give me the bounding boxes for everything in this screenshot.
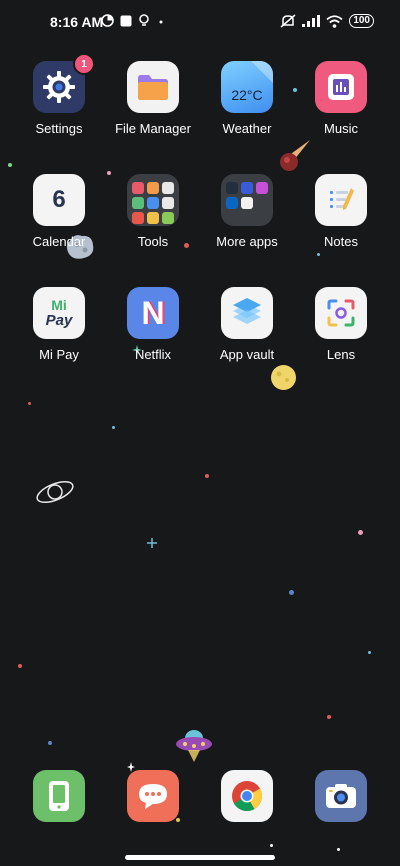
- wallpaper-star: [18, 664, 22, 668]
- mini-app-icon: [147, 197, 159, 209]
- weather-temperature: 22°C: [231, 87, 263, 103]
- app-label: Tools: [137, 234, 169, 249]
- wallpaper-star: [112, 426, 115, 429]
- app-notes[interactable]: Notes: [293, 174, 389, 249]
- app-app-vault[interactable]: App vault: [199, 287, 295, 362]
- calendar-icon: 6: [33, 174, 85, 226]
- mini-app-icon: [226, 182, 238, 194]
- app-calendar[interactable]: 6 Calendar: [11, 174, 107, 249]
- wallpaper-star: [337, 848, 340, 851]
- mini-app-icon: [132, 212, 144, 224]
- phone-icon: [33, 770, 85, 822]
- mi-pay-mark: Mi: [51, 296, 67, 313]
- notification-badge: 1: [73, 53, 95, 75]
- app-label: Weather: [222, 121, 272, 136]
- music-icon: [315, 61, 367, 113]
- mi-pay-icon: Mi Pay: [33, 287, 85, 339]
- mini-app-icon: [147, 182, 159, 194]
- mini-app-icon: [162, 182, 174, 194]
- planet-icon: [36, 480, 74, 504]
- netflix-icon: N: [127, 287, 179, 339]
- signal-icon: [302, 15, 321, 27]
- folder-preview: [127, 174, 179, 226]
- weather-icon: 22°C: [221, 61, 273, 113]
- camera-icon: [315, 770, 367, 822]
- comet-icon: [280, 140, 310, 171]
- wallpaper-star: [317, 253, 320, 256]
- mini-app-icon: [226, 197, 238, 209]
- mini-app-icon: [256, 182, 268, 194]
- wallpaper-star: [289, 590, 294, 595]
- ufo-icon: [176, 730, 212, 762]
- notes-icon: [315, 174, 367, 226]
- moon-icon: [271, 365, 296, 390]
- app-netflix[interactable]: N Netflix: [105, 287, 201, 362]
- app-label: App vault: [219, 347, 275, 362]
- folder-icon: [127, 61, 179, 113]
- app-music[interactable]: Music: [293, 61, 389, 136]
- wallpaper-star: [327, 715, 331, 719]
- app-label: Mi Pay: [39, 347, 79, 362]
- app-label: Settings: [35, 121, 83, 136]
- wifi-icon: [326, 14, 343, 28]
- app-notification-icon: [120, 15, 132, 26]
- wallpaper-star: [368, 651, 371, 654]
- app-label: Lens: [326, 347, 356, 362]
- mi-pay-mark: Pay: [45, 311, 73, 329]
- app-mi-pay[interactable]: Mi Pay Mi Pay: [11, 287, 107, 362]
- folder-tools[interactable]: Tools: [105, 174, 201, 249]
- battery-indicator: 100: [349, 14, 374, 28]
- status-bar: 8:16 AM 100: [0, 0, 400, 44]
- calendar-day: 6: [52, 186, 66, 213]
- app-notification-icon: [101, 14, 114, 27]
- app-label: More apps: [216, 234, 278, 249]
- status-system-icons: 100: [280, 14, 374, 28]
- folder-more-apps[interactable]: More apps: [199, 174, 295, 249]
- app-weather[interactable]: 22°C Weather: [199, 61, 295, 136]
- chrome-icon: [221, 770, 273, 822]
- mini-app-icon: [162, 212, 174, 224]
- mini-app-icon: [132, 182, 144, 194]
- messaging-icon: [127, 770, 179, 822]
- app-settings[interactable]: 1 Settings: [11, 53, 107, 136]
- mini-app-icon: [147, 212, 159, 224]
- mini-app-icon: [241, 197, 253, 209]
- app-lens[interactable]: Lens: [293, 287, 389, 362]
- dock-chrome[interactable]: [199, 770, 295, 822]
- dock-phone[interactable]: [11, 770, 107, 822]
- lens-icon: [315, 287, 367, 339]
- status-notification-icons: [101, 14, 166, 27]
- wallpaper-star: [358, 530, 363, 535]
- mini-app-icon: [241, 182, 253, 194]
- app-label: Netflix: [134, 347, 172, 362]
- netflix-mark: N: [141, 294, 165, 331]
- dock-messaging[interactable]: [105, 770, 201, 822]
- wallpaper-star: [28, 402, 31, 405]
- silent-mode-icon: [280, 14, 296, 28]
- folder-preview: [221, 174, 273, 226]
- wallpaper-star: [205, 474, 209, 478]
- app-label: File Manager: [115, 121, 191, 136]
- sparkle-icon: [147, 538, 157, 548]
- location-icon: [139, 14, 149, 26]
- app-label: Music: [324, 121, 358, 136]
- app-vault-icon: [221, 287, 273, 339]
- app-file-manager[interactable]: File Manager: [105, 61, 201, 136]
- app-label: Calendar: [32, 234, 86, 249]
- wallpaper-star: [8, 163, 12, 167]
- mini-app-icon: [132, 197, 144, 209]
- app-label: Notes: [324, 234, 358, 249]
- status-time: 8:16 AM: [50, 14, 104, 30]
- wallpaper-star: [48, 741, 52, 745]
- gesture-bar[interactable]: [125, 855, 275, 860]
- dock-camera[interactable]: [293, 770, 389, 822]
- mini-app-icon: [162, 197, 174, 209]
- more-notifications-icon: [159, 20, 163, 23]
- wallpaper-star: [270, 844, 273, 847]
